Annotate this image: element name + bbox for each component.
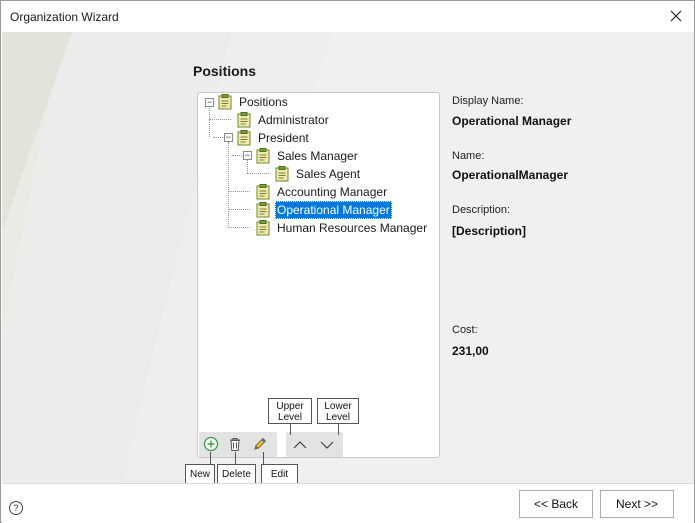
clipboard-icon bbox=[256, 220, 270, 236]
collapse-toggle[interactable]: − bbox=[205, 98, 214, 107]
delete-callout: Delete bbox=[217, 464, 256, 483]
tree-node-human-resources-manager[interactable]: Human Resources Manager bbox=[256, 219, 429, 237]
tree-node-label: Accounting Manager bbox=[277, 185, 388, 199]
tree-node-label: Sales Manager bbox=[277, 149, 358, 163]
tree-node-label: Positions bbox=[239, 95, 288, 109]
close-icon bbox=[670, 10, 682, 22]
close-button[interactable] bbox=[664, 5, 688, 27]
clipboard-icon bbox=[237, 112, 251, 128]
help-icon[interactable]: ? bbox=[9, 501, 23, 515]
edit-button[interactable] bbox=[250, 434, 270, 454]
tree-node-sales-manager[interactable]: Sales Manager bbox=[256, 147, 360, 165]
tree-node-label: Administrator bbox=[258, 113, 329, 127]
display-name-value: Operational Manager bbox=[452, 114, 572, 128]
cost-value: 231,00 bbox=[452, 344, 489, 358]
tree-connector bbox=[209, 106, 210, 137]
callout-leader bbox=[263, 452, 264, 464]
callout-leader bbox=[290, 424, 291, 435]
new-button[interactable] bbox=[201, 434, 221, 454]
lower-level-button[interactable] bbox=[317, 435, 337, 455]
upper-level-button[interactable] bbox=[290, 435, 310, 455]
clipboard-icon bbox=[237, 130, 251, 146]
tree-connector bbox=[228, 227, 250, 228]
tree-node-administrator[interactable]: Administrator bbox=[237, 111, 331, 129]
tree-node-president[interactable]: President bbox=[237, 129, 311, 147]
collapse-toggle[interactable]: − bbox=[243, 151, 252, 160]
tree-node-label: Operational Manager bbox=[275, 201, 392, 219]
window-title: Organization Wizard bbox=[10, 10, 119, 24]
tree-connector bbox=[228, 191, 250, 192]
clipboard-icon bbox=[256, 184, 270, 200]
cost-label: Cost: bbox=[452, 324, 478, 336]
page-title: Positions bbox=[193, 63, 257, 79]
collapse-toggle[interactable]: − bbox=[224, 133, 233, 142]
new-callout: New bbox=[185, 464, 215, 483]
upper-level-callout: Upper Level bbox=[268, 398, 312, 424]
clipboard-icon bbox=[256, 202, 270, 218]
tree-connector bbox=[232, 155, 242, 156]
clipboard-icon bbox=[275, 166, 289, 182]
wizard-window: Organization Wizard Positions − − − Posi… bbox=[0, 0, 695, 523]
delete-button[interactable] bbox=[225, 434, 245, 454]
callout-leader bbox=[210, 452, 211, 464]
display-name-label: Display Name: bbox=[452, 95, 524, 107]
tree-connector bbox=[228, 142, 229, 228]
wizard-content: Positions − − − Positions Administrator … bbox=[2, 32, 694, 483]
tree-node-positions[interactable]: Positions bbox=[218, 93, 290, 111]
chevron-up-icon bbox=[293, 441, 307, 449]
level-toolbar bbox=[286, 432, 343, 457]
tree-connector bbox=[247, 173, 269, 174]
edit-callout: Edit bbox=[261, 464, 298, 483]
chevron-down-icon bbox=[320, 441, 334, 449]
tree-node-operational-manager[interactable]: Operational Manager bbox=[256, 201, 392, 219]
tree-connector bbox=[228, 209, 250, 210]
callout-leader bbox=[338, 424, 339, 435]
callout-text: Level bbox=[278, 412, 302, 423]
tree-node-label: Human Resources Manager bbox=[277, 221, 428, 235]
back-button[interactable]: << Back bbox=[519, 490, 593, 518]
tree-connector bbox=[213, 137, 223, 138]
next-button[interactable]: Next >> bbox=[600, 490, 674, 518]
lower-level-callout: Lower Level bbox=[317, 398, 359, 424]
description-value: [Description] bbox=[452, 224, 527, 238]
add-icon bbox=[203, 436, 219, 452]
callout-text: Upper bbox=[276, 401, 304, 412]
pencil-icon bbox=[254, 437, 267, 450]
name-value: OperationalManager bbox=[452, 168, 569, 182]
description-label: Description: bbox=[452, 204, 511, 216]
clipboard-icon bbox=[256, 148, 270, 164]
callout-leader bbox=[235, 452, 236, 464]
title-bar: Organization Wizard bbox=[1, 1, 694, 32]
name-label: Name: bbox=[452, 150, 485, 162]
tree-node-label: President bbox=[258, 131, 309, 145]
tree-connector bbox=[247, 160, 248, 173]
tree-node-accounting-manager[interactable]: Accounting Manager bbox=[256, 183, 389, 201]
callout-text: Lower bbox=[324, 401, 352, 412]
wizard-footer: ? << Back Next >> bbox=[2, 483, 694, 523]
tree-node-sales-agent[interactable]: Sales Agent bbox=[275, 165, 362, 183]
tree-connector bbox=[209, 119, 231, 120]
tree-node-label: Sales Agent bbox=[296, 167, 361, 181]
callout-text: Level bbox=[326, 412, 350, 423]
trash-icon bbox=[230, 438, 240, 451]
clipboard-icon bbox=[218, 94, 232, 110]
